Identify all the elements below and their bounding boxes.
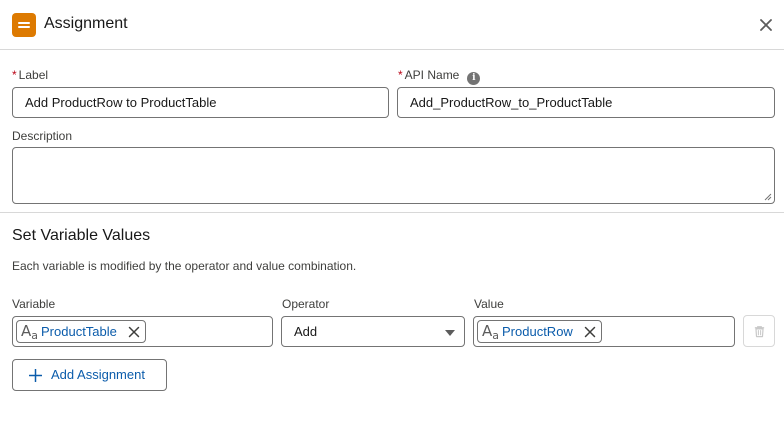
modal-title: Assignment — [44, 15, 128, 32]
label-field-label: * Label — [12, 68, 49, 82]
assignment-icon — [12, 13, 36, 37]
section-description: Each variable is modified by the operato… — [12, 259, 357, 273]
value-combobox[interactable]: Aa ProductRow — [473, 316, 735, 347]
value-pill-label: ProductRow — [502, 324, 573, 339]
text-resource-icon: Aa — [482, 322, 500, 342]
variable-pill-label: ProductTable — [41, 324, 117, 339]
variable-pill[interactable]: Aa ProductTable — [16, 320, 146, 343]
section-divider — [0, 212, 784, 213]
add-assignment-button[interactable]: Add Assignment — [12, 359, 167, 391]
operator-select[interactable]: Add — [281, 316, 465, 347]
label-input[interactable]: Add ProductRow to ProductTable — [12, 87, 389, 118]
add-assignment-label: Add Assignment — [51, 367, 145, 382]
api-name-field-label: * API Name i — [398, 68, 481, 85]
required-marker: * — [398, 68, 403, 82]
modal-header: Assignment — [0, 0, 784, 50]
operator-column-label: Operator — [282, 297, 330, 311]
api-name-input[interactable]: Add_ProductRow_to_ProductTable — [397, 87, 775, 118]
remove-pill-icon[interactable] — [128, 326, 140, 338]
trash-icon — [754, 326, 765, 338]
resize-handle-icon[interactable] — [764, 193, 772, 201]
plus-icon — [29, 369, 42, 382]
variable-column-label: Variable — [12, 297, 56, 311]
value-column-label: Value — [474, 297, 504, 311]
section-title: Set Variable Values — [12, 227, 151, 244]
operator-selected-value: Add — [294, 324, 318, 339]
delete-assignment-button[interactable] — [743, 315, 775, 347]
remove-pill-icon[interactable] — [584, 326, 596, 338]
info-icon[interactable]: i — [467, 72, 481, 85]
description-field-label: Description — [12, 129, 73, 143]
required-marker: * — [12, 68, 17, 82]
text-resource-icon: Aa — [21, 322, 39, 342]
variable-combobox[interactable]: Aa ProductTable — [12, 316, 273, 347]
close-icon[interactable] — [758, 17, 774, 33]
chevron-down-icon — [445, 330, 455, 336]
description-textarea[interactable] — [12, 147, 775, 204]
value-pill[interactable]: Aa ProductRow — [477, 320, 602, 343]
